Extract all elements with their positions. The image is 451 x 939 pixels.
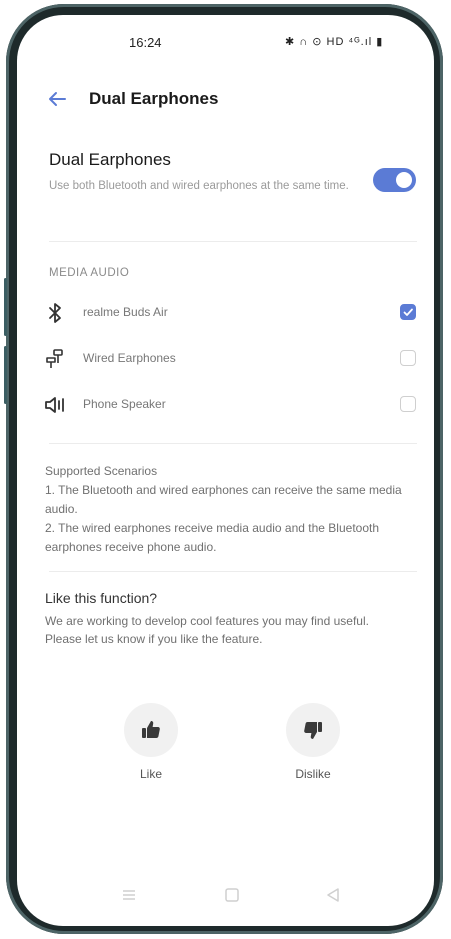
divider: [49, 241, 417, 242]
check-icon: [403, 308, 413, 316]
dislike-circle: [286, 703, 340, 757]
supported-scenarios: Supported Scenarios 1. The Bluetooth and…: [45, 462, 425, 557]
divider: [49, 571, 417, 572]
audio-option-label: Wired Earphones: [83, 351, 176, 365]
audio-option-bluetooth[interactable]: realme Buds Air: [17, 295, 434, 331]
audio-option-label: realme Buds Air: [83, 305, 168, 319]
like-label: Like: [139, 767, 162, 781]
media-audio-header: MEDIA AUDIO: [49, 267, 130, 279]
feedback-description: We are working to develop cool features …: [45, 614, 369, 646]
dislike-label: Dislike: [295, 767, 331, 781]
checkbox[interactable]: [400, 396, 416, 412]
status-time: 16:24: [129, 35, 162, 50]
phone-side-button: [4, 346, 7, 404]
home-icon[interactable]: [222, 885, 242, 905]
dual-earphones-description: Use both Bluetooth and wired earphones a…: [49, 180, 349, 192]
dislike-button[interactable]: Dislike: [273, 703, 353, 781]
scenario-line: 1. The Bluetooth and wired earphones can…: [45, 483, 402, 516]
wired-earphones-icon: [46, 349, 63, 368]
phone-screen: 16:24 ✱ ∩ ⊙ HD ⁴ᴳ.ıl ▮ Dual Earphones Du…: [17, 15, 434, 926]
back-arrow-icon[interactable]: [45, 87, 69, 111]
scenario-line: 2. The wired earphones receive media aud…: [45, 521, 380, 554]
page-title: Dual Earphones: [89, 89, 219, 108]
scenarios-title: Supported Scenarios: [45, 464, 158, 478]
checkbox[interactable]: [400, 304, 416, 320]
toggle-knob: [396, 172, 412, 188]
navigation-bar: [17, 885, 434, 915]
divider: [49, 443, 417, 444]
bluetooth-icon: [49, 303, 61, 323]
speaker-icon: [45, 397, 64, 413]
thumbs-up-icon: [142, 721, 160, 738]
audio-option-speaker[interactable]: Phone Speaker: [17, 387, 434, 423]
audio-option-wired[interactable]: Wired Earphones: [17, 341, 434, 377]
audio-option-label: Phone Speaker: [83, 397, 166, 411]
checkbox[interactable]: [400, 350, 416, 366]
feedback-title: Like this function?: [45, 590, 158, 606]
menu-icon[interactable]: [119, 885, 139, 905]
phone-side-button: [4, 278, 7, 336]
back-triangle-icon[interactable]: [323, 885, 343, 905]
status-icons: ✱ ∩ ⊙ HD ⁴ᴳ.ıl ▮: [285, 36, 384, 48]
dual-earphones-toggle[interactable]: [373, 168, 416, 192]
thumbs-down-icon: [304, 722, 322, 739]
like-button[interactable]: Like: [111, 703, 191, 781]
dual-earphones-title: Dual Earphones: [49, 150, 171, 169]
like-circle: [124, 703, 178, 757]
